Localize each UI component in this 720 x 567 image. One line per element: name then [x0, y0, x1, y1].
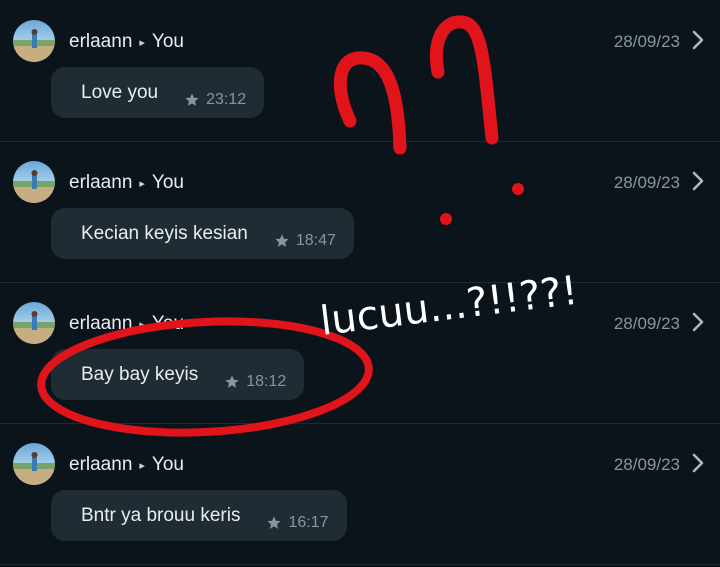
play-arrow-icon: ▸: [139, 177, 145, 190]
message-text: Love you: [81, 81, 159, 103]
message-text: Kecian keyis kesian: [81, 222, 248, 244]
avatar[interactable]: [13, 443, 55, 485]
message-bubble[interactable]: Bntr ya brouu keris 16:17: [51, 490, 347, 541]
starred-message-item[interactable]: erlaann ▸ You 28/09/23 Love you 23:12: [0, 0, 720, 142]
recipient-name: You: [151, 172, 184, 193]
avatar[interactable]: [13, 20, 55, 62]
sender-line: erlaann ▸ You: [69, 172, 184, 194]
play-arrow-icon: ▸: [139, 318, 145, 331]
chevron-right-icon[interactable]: [690, 170, 706, 192]
avatar[interactable]: [13, 302, 55, 344]
message-bubble[interactable]: Love you 23:12: [51, 67, 265, 118]
chevron-right-icon[interactable]: [690, 452, 706, 474]
star-icon: [185, 92, 199, 106]
avatar-photo: [13, 311, 55, 344]
message-date: 28/09/23: [613, 32, 680, 51]
message-meta: 18:47: [274, 232, 354, 250]
message-meta: 16:17: [266, 514, 346, 532]
star-icon: [267, 515, 282, 529]
chevron-right-icon[interactable]: [690, 29, 706, 51]
chevron-right-icon[interactable]: [690, 311, 706, 333]
recipient-name: You: [151, 454, 184, 475]
sender-name: erlaann: [69, 172, 133, 193]
play-arrow-icon: ▸: [139, 459, 145, 472]
sender-name: erlaann: [69, 31, 133, 52]
star-icon: [225, 374, 239, 388]
sender-line: erlaann ▸ You: [69, 31, 184, 53]
sender-line: erlaann ▸ You: [69, 313, 184, 335]
message-time: 18:47: [295, 231, 336, 249]
recipient-name: You: [151, 31, 184, 52]
avatar[interactable]: [13, 161, 55, 203]
starred-messages-list: erlaann ▸ You 28/09/23 Love you 23:12 er…: [0, 0, 720, 567]
message-time: 18:12: [246, 372, 287, 390]
star-icon: [275, 233, 289, 247]
message-time: 23:12: [206, 90, 247, 108]
recipient-name: You: [151, 313, 184, 334]
message-bubble[interactable]: Kecian keyis kesian 18:47: [51, 208, 354, 259]
sender-name: erlaann: [69, 313, 133, 334]
message-text: Bntr ya brouu keris: [81, 504, 241, 526]
message-date: 28/09/23: [613, 455, 680, 474]
message-meta: 23:12: [184, 91, 264, 109]
message-date: 28/09/23: [613, 173, 680, 192]
starred-message-item[interactable]: erlaann ▸ You 28/09/23 Bntr ya brouu ker…: [0, 423, 720, 565]
message-text: Bay bay keyis: [81, 363, 199, 385]
message-time: 16:17: [288, 513, 329, 531]
play-arrow-icon: ▸: [139, 36, 145, 49]
sender-name: erlaann: [69, 454, 133, 475]
starred-message-item[interactable]: erlaann ▸ You 28/09/23 Bay bay keyis 18:…: [0, 282, 720, 424]
starred-message-item[interactable]: erlaann ▸ You 28/09/23 Kecian keyis kesi…: [0, 141, 720, 283]
sender-line: erlaann ▸ You: [69, 454, 184, 476]
avatar-photo: [13, 29, 55, 62]
avatar-photo: [13, 170, 55, 203]
message-date: 28/09/23: [613, 314, 680, 333]
avatar-photo: [13, 452, 55, 485]
message-meta: 18:12: [224, 373, 304, 391]
message-bubble[interactable]: Bay bay keyis 18:12: [51, 349, 305, 400]
